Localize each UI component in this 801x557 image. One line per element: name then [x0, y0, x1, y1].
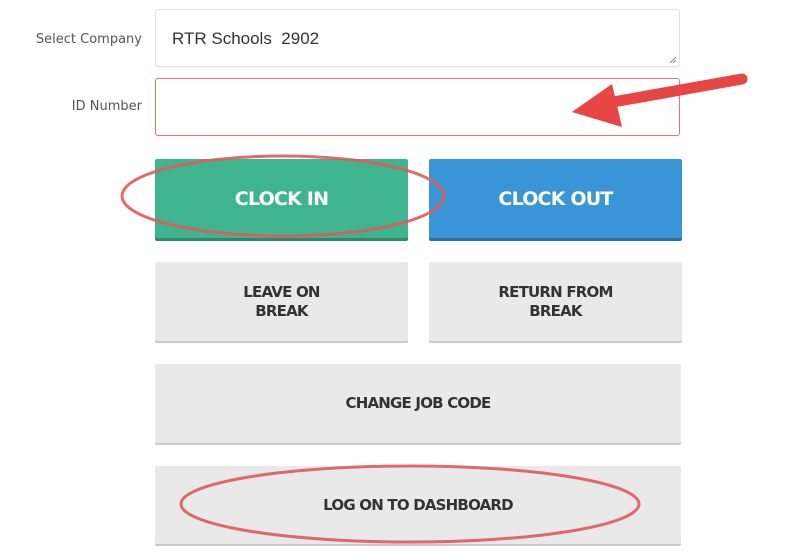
leave-on-break-button[interactable]: LEAVE ON BREAK: [155, 262, 408, 341]
company-select-field[interactable]: RTR Schools 2902: [155, 9, 680, 67]
clock-in-label: CLOCK IN: [234, 187, 329, 210]
return-from-break-label-line2: BREAK: [529, 301, 582, 320]
leave-on-break-label-line2: BREAK: [255, 301, 308, 320]
leave-on-break-label-line1: LEAVE ON: [243, 282, 320, 301]
log-on-to-dashboard-button[interactable]: LOG ON TO DASHBOARD: [155, 466, 681, 544]
return-from-break-label-line1: RETURN FROM: [498, 282, 613, 301]
change-job-code-button[interactable]: CHANGE JOB CODE: [155, 364, 681, 443]
id-number-label: ID Number: [71, 99, 142, 114]
return-from-break-button[interactable]: RETURN FROM BREAK: [429, 262, 682, 341]
id-number-input[interactable]: [155, 78, 680, 136]
resize-grip-icon[interactable]: [670, 57, 676, 63]
clock-in-button[interactable]: CLOCK IN: [155, 159, 408, 238]
select-company-label: Select Company: [35, 32, 142, 47]
clock-out-button[interactable]: CLOCK OUT: [429, 159, 682, 238]
log-on-to-dashboard-label: LOG ON TO DASHBOARD: [323, 495, 513, 514]
clock-out-label: CLOCK OUT: [498, 187, 613, 210]
change-job-code-label: CHANGE JOB CODE: [345, 394, 492, 412]
company-value: RTR Schools 2902: [172, 29, 320, 48]
